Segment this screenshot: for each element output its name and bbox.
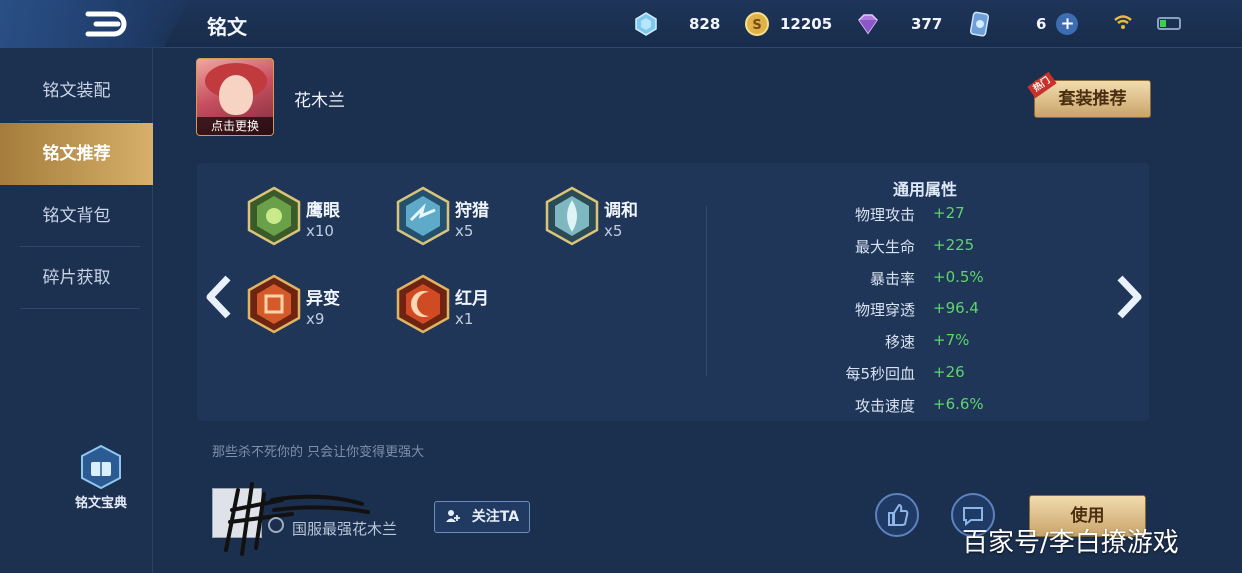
attribute-value: +225 xyxy=(933,236,975,254)
attribute-row: 物理攻击 +27 xyxy=(720,204,1020,226)
book-icon xyxy=(81,444,121,490)
rune-item-eagle-eye[interactable]: 鹰眼 x10 xyxy=(246,186,396,256)
card-ticket-icon xyxy=(969,11,990,37)
panel-divider xyxy=(706,206,707,376)
diamond-icon xyxy=(858,14,878,35)
battery-icon xyxy=(1157,17,1181,30)
resource-ticket[interactable]: 6 + xyxy=(966,10,1079,38)
hunt-rune-icon xyxy=(396,186,450,246)
resource-gold[interactable]: S 12205 xyxy=(744,10,832,38)
rune-count: x10 xyxy=(306,222,334,240)
red-moon-rune-icon xyxy=(396,274,450,334)
sidebar-item-backpack[interactable]: 铭文背包 xyxy=(0,185,153,247)
sidebar-item-label: 碎片获取 xyxy=(42,268,111,288)
author-motto: 那些杀不死你的 只会让你变得更强大 xyxy=(212,445,425,460)
attribute-value: +0.5% xyxy=(933,268,984,286)
svg-text:S: S xyxy=(752,18,761,33)
rune-item-harmony[interactable]: 调和 x5 xyxy=(544,186,694,256)
follow-button[interactable]: 关注TA xyxy=(434,501,530,533)
add-ticket-button[interactable]: + xyxy=(1056,13,1079,35)
set-recommend-button[interactable]: 热门 套装推荐 xyxy=(1027,71,1151,118)
rank-badge-icon xyxy=(268,517,284,533)
rune-count: x5 xyxy=(604,222,623,240)
thumbs-up-icon xyxy=(888,503,909,526)
back-button[interactable] xyxy=(0,0,190,48)
sidebar-item-fragments[interactable]: 碎片获取 xyxy=(0,247,153,309)
attribute-label: 攻击速度 xyxy=(854,397,915,415)
attribute-label: 物理攻击 xyxy=(854,206,915,224)
back-arrow-icon xyxy=(85,11,127,37)
page-title: 铭文 xyxy=(207,15,247,39)
redaction-scribble xyxy=(224,482,370,556)
resource-crystal[interactable]: 828 xyxy=(633,10,720,38)
attribute-value: +27 xyxy=(933,204,965,222)
rune-item-red-moon[interactable]: 红月 x1 xyxy=(395,274,545,344)
resource-diamond[interactable]: 377 xyxy=(855,10,942,38)
rune-name: 红月 xyxy=(455,289,489,309)
attribute-row: 移速 +7% xyxy=(720,331,1020,353)
codex-label: 铭文宝典 xyxy=(74,496,127,511)
next-arrow-icon[interactable] xyxy=(1112,274,1146,320)
like-button[interactable] xyxy=(875,493,919,537)
crystal-count: 828 xyxy=(689,15,721,33)
rune-name: 狩猎 xyxy=(455,201,489,221)
sidebar-item-label: 铭文背包 xyxy=(42,206,111,226)
attribute-row: 最大生命 +225 xyxy=(720,236,1020,258)
rune-count: x5 xyxy=(455,222,474,240)
rune-name: 鹰眼 xyxy=(306,201,340,221)
attribute-label: 暴击率 xyxy=(869,270,915,288)
gold-count: 12205 xyxy=(780,15,833,33)
attribute-value: +26 xyxy=(933,363,965,381)
set-recommend-label: 套装推荐 xyxy=(1058,89,1127,109)
sidebar-item-label: 铭文装配 xyxy=(42,81,111,101)
rune-codex-button[interactable]: 铭文宝典 xyxy=(64,444,138,511)
author-title: 国服最强花木兰 xyxy=(292,520,398,538)
hot-badge: 热门 xyxy=(1027,71,1057,99)
attribute-row: 攻击速度 +6.6% xyxy=(720,395,1020,417)
attribute-label: 每5秒回血 xyxy=(845,365,915,383)
prev-arrow-icon[interactable] xyxy=(202,274,236,320)
rune-name: 异变 xyxy=(306,289,340,309)
top-bar: 铭文 828 S 12205 377 6 + xyxy=(0,0,1242,48)
attribute-label: 物理穿透 xyxy=(854,301,915,319)
rune-name: 调和 xyxy=(604,201,638,221)
sidebar-item-recommend[interactable]: 铭文推荐 xyxy=(0,123,153,185)
attributes-title: 通用属性 xyxy=(893,180,958,199)
rune-count: x1 xyxy=(455,310,474,328)
add-user-icon xyxy=(445,510,460,522)
attribute-label: 最大生命 xyxy=(854,238,915,256)
diamond-count: 377 xyxy=(911,15,943,33)
sidebar-item-assembly[interactable]: 铭文装配 xyxy=(0,60,153,122)
eagle-eye-rune-icon xyxy=(247,186,301,246)
divider xyxy=(20,308,140,309)
divider xyxy=(20,120,140,121)
crystal-icon xyxy=(635,12,657,36)
attribute-row: 暴击率 +0.5% xyxy=(720,268,1020,290)
sidebar-item-label: 铭文推荐 xyxy=(42,144,111,164)
ticket-count: 6 xyxy=(1036,15,1047,33)
rune-item-mutation[interactable]: 异变 x9 xyxy=(246,274,396,344)
gold-coin-icon: S xyxy=(745,12,769,36)
attribute-row: 物理穿透 +96.4 xyxy=(720,299,1020,321)
rune-count: x9 xyxy=(306,310,325,328)
mutation-rune-icon xyxy=(247,274,301,334)
hero-face xyxy=(219,75,253,115)
harmony-rune-icon xyxy=(545,186,599,246)
attribute-value: +6.6% xyxy=(933,395,984,413)
wifi-icon xyxy=(1114,15,1132,29)
attribute-label: 移速 xyxy=(884,333,915,351)
rune-item-hunt[interactable]: 狩猎 x5 xyxy=(395,186,545,256)
attribute-row: 每5秒回血 +26 xyxy=(720,363,1020,385)
follow-label: 关注TA xyxy=(471,509,520,525)
attribute-value: +96.4 xyxy=(933,299,979,317)
hero-name: 花木兰 xyxy=(294,91,345,111)
change-hero-label: 点击更换 xyxy=(197,117,273,135)
hero-avatar[interactable]: 点击更换 xyxy=(196,58,274,136)
attribute-value: +7% xyxy=(933,331,970,349)
watermark-text: 百家号/李白撩游戏 xyxy=(962,528,1179,558)
